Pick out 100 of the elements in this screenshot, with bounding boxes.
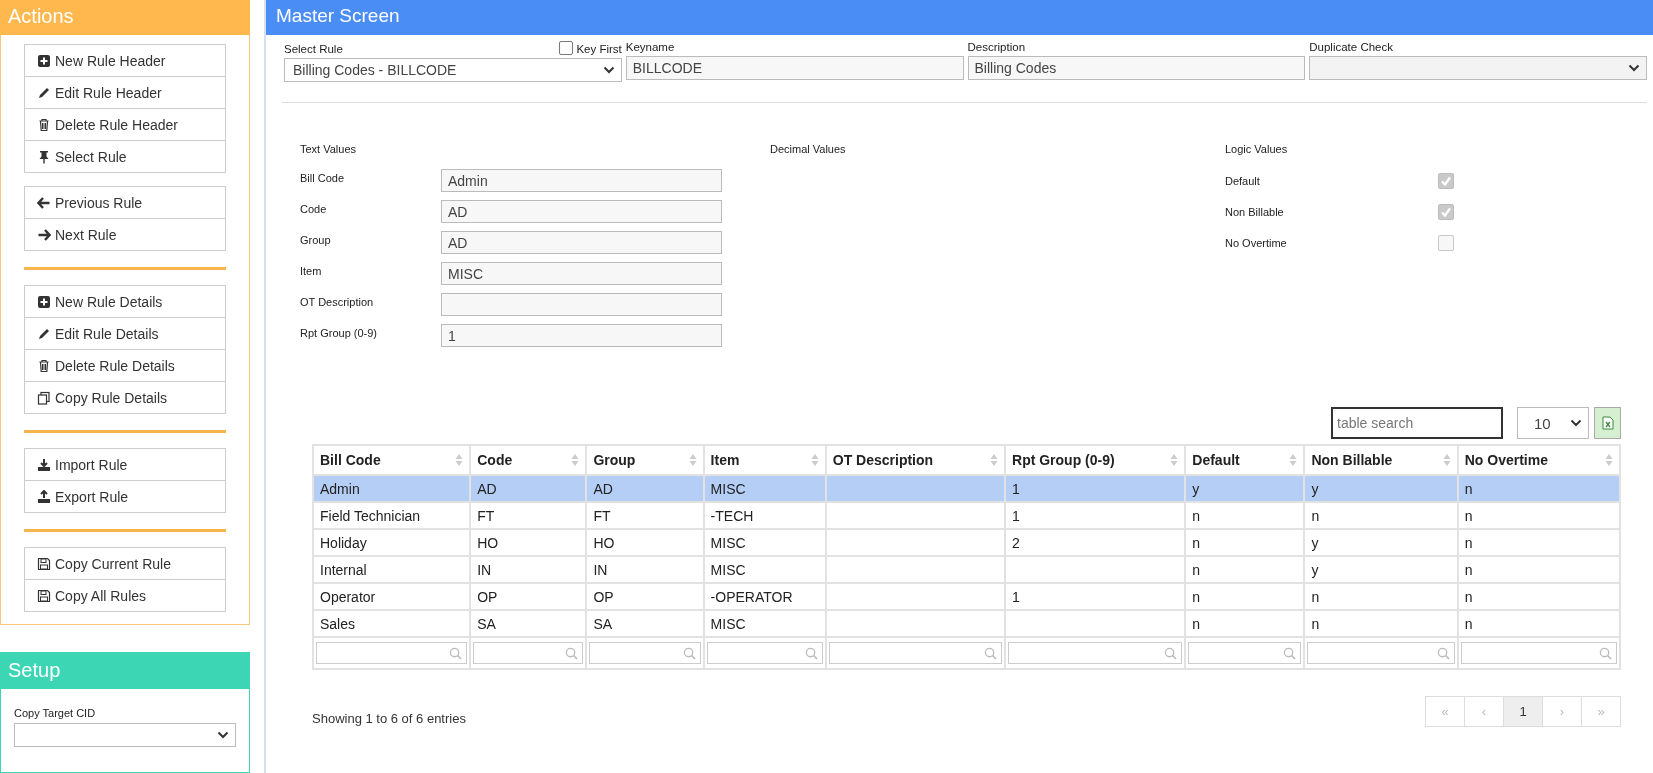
table-cell: Operator bbox=[320, 588, 376, 605]
table-cell: HO bbox=[593, 534, 615, 551]
action-button[interactable]: Next Rule bbox=[24, 218, 226, 251]
action-button[interactable]: Copy Current Rule bbox=[24, 547, 226, 580]
column-filter-field[interactable] bbox=[589, 642, 701, 664]
column-filter-field[interactable] bbox=[473, 642, 584, 664]
action-button[interactable]: Export Rule bbox=[24, 480, 226, 513]
search-icon bbox=[1599, 646, 1612, 660]
screen-title: Master Screen bbox=[266, 0, 1653, 35]
action-button[interactable]: Edit Rule Header bbox=[24, 76, 226, 109]
sort-icon bbox=[571, 453, 580, 467]
chevron-down-icon bbox=[1570, 419, 1582, 427]
table-cell: MISC bbox=[710, 561, 746, 578]
action-button[interactable]: Copy All Rules bbox=[24, 579, 226, 612]
field-label: Copy Target CID bbox=[14, 707, 97, 719]
table-cell: n bbox=[1464, 534, 1473, 551]
text-value-field[interactable]: Admin bbox=[441, 169, 722, 192]
table-cell: Holiday bbox=[320, 534, 367, 551]
table-row[interactable]: Internal IN IN MISC n y n bbox=[313, 556, 1620, 583]
table-cell: n bbox=[1311, 588, 1320, 605]
column-filter-field[interactable] bbox=[828, 642, 1002, 664]
pencil-icon bbox=[37, 326, 51, 341]
table-row[interactable]: Sales SA SA MISC n n n bbox=[313, 610, 1620, 637]
duplicate-check-dropdown[interactable] bbox=[1309, 56, 1647, 80]
table-cell: n bbox=[1192, 534, 1201, 551]
column-filter-field[interactable] bbox=[1008, 642, 1183, 664]
arrow-right-icon bbox=[37, 227, 51, 242]
action-button[interactable]: Import Rule bbox=[24, 448, 226, 481]
table-cell: SA bbox=[593, 615, 613, 632]
field-label: OT Description bbox=[300, 295, 375, 308]
table-cell: Sales bbox=[320, 615, 356, 632]
action-button[interactable]: Edit Rule Details bbox=[24, 317, 226, 350]
plus-square-icon bbox=[37, 53, 51, 68]
trash-icon bbox=[37, 117, 51, 132]
panel-title: Setup bbox=[0, 652, 250, 689]
action-button[interactable]: Delete Rule Details bbox=[24, 349, 226, 382]
table-search-field[interactable]: table search bbox=[1331, 407, 1503, 439]
sort-icon bbox=[1170, 453, 1179, 467]
table-cell: y bbox=[1311, 480, 1319, 497]
section-title: Logic Values bbox=[1225, 143, 1289, 155]
table-row[interactable]: Holiday HO HO MISC 2 n y n bbox=[313, 529, 1620, 556]
table-cell: y bbox=[1311, 561, 1319, 578]
field-label: Keyname bbox=[625, 41, 676, 53]
column-filter-field[interactable] bbox=[1307, 642, 1455, 664]
text-value-field[interactable]: AD bbox=[441, 231, 722, 254]
table-row[interactable]: Operator OP OP -OPERATOR 1 n n n bbox=[313, 583, 1620, 610]
action-button[interactable]: Copy Rule Details bbox=[24, 381, 226, 414]
action-button[interactable]: New Rule Header bbox=[24, 44, 226, 77]
table-cell: 1 bbox=[1012, 588, 1020, 605]
column-filter-field[interactable] bbox=[316, 642, 468, 664]
description-field[interactable]: Billing Codes bbox=[967, 56, 1306, 80]
table-cell: FT bbox=[477, 507, 495, 524]
text-value-field[interactable]: AD bbox=[441, 200, 722, 223]
keyname-field[interactable]: BILLCODE bbox=[625, 56, 964, 80]
check-icon bbox=[1440, 174, 1452, 187]
table-cell: n bbox=[1464, 588, 1473, 605]
table-cell: y bbox=[1192, 480, 1200, 497]
select-rule-dropdown[interactable]: Billing Codes - BILLCODE bbox=[284, 58, 622, 82]
table-row[interactable]: Admin AD AD MISC 1 y y n bbox=[313, 475, 1620, 502]
table-cell: SA bbox=[477, 615, 496, 632]
table-cell: n bbox=[1464, 507, 1473, 524]
search-icon bbox=[984, 646, 997, 660]
pushpin-icon bbox=[37, 149, 51, 164]
page-button[interactable]: 1 bbox=[1503, 696, 1543, 727]
table-cell: n bbox=[1192, 615, 1201, 632]
action-button[interactable]: Select Rule bbox=[24, 140, 226, 173]
table-cell: Admin bbox=[320, 480, 360, 497]
search-icon bbox=[1436, 646, 1450, 660]
field-label: Default bbox=[1225, 174, 1261, 187]
table-cell: AD bbox=[593, 480, 613, 497]
table-cell: n bbox=[1311, 615, 1320, 632]
target-cid-dropdown[interactable] bbox=[14, 723, 236, 747]
action-button[interactable]: Previous Rule bbox=[24, 186, 226, 219]
field-label: Non Billable bbox=[1225, 205, 1285, 218]
field-label: Item bbox=[300, 264, 323, 277]
page-size-dropdown[interactable]: 10 bbox=[1517, 407, 1589, 439]
table-cell: IN bbox=[477, 561, 492, 578]
action-button[interactable]: Delete Rule Header bbox=[24, 108, 226, 141]
column-header[interactable]: Code bbox=[477, 452, 513, 468]
column-filter-field[interactable] bbox=[1188, 642, 1302, 664]
column-filter-field[interactable] bbox=[706, 642, 823, 664]
key-first-checkbox[interactable] bbox=[559, 41, 574, 55]
table-cell: n bbox=[1464, 615, 1473, 632]
action-button[interactable]: New Rule Details bbox=[24, 285, 226, 318]
table-cell: MISC bbox=[710, 480, 746, 497]
table-row[interactable]: Field Technician FT FT -TECH 1 n n n bbox=[313, 502, 1620, 529]
pencil-icon bbox=[37, 85, 51, 100]
column-header[interactable]: Group bbox=[593, 452, 636, 468]
table-cell: n bbox=[1464, 480, 1473, 497]
text-value-field[interactable] bbox=[441, 293, 722, 316]
column-filter-field[interactable] bbox=[1460, 642, 1617, 664]
table-cell: Field Technician bbox=[320, 507, 421, 524]
excel-export-button[interactable] bbox=[1594, 407, 1621, 439]
table-cell: AD bbox=[477, 480, 497, 497]
text-value-field[interactable]: MISC bbox=[441, 262, 722, 285]
column-header[interactable]: Item bbox=[710, 452, 740, 468]
text-value-field[interactable]: 1 bbox=[441, 324, 722, 347]
table-cell: OP bbox=[477, 588, 498, 605]
search-icon bbox=[449, 646, 463, 660]
checkbox-label: Key First bbox=[576, 43, 622, 55]
